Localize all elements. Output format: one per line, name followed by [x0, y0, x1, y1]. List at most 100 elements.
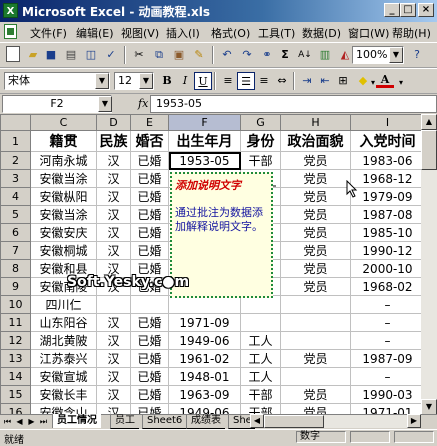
table-cell[interactable] — [130, 295, 169, 314]
table-cell[interactable]: – — [350, 313, 425, 332]
table-cell[interactable]: 江苏泰兴 — [30, 349, 97, 368]
row-header[interactable]: 4 — [0, 187, 31, 206]
table-cell[interactable]: 1990-03 — [350, 385, 425, 404]
insert-function-icon[interactable]: fx — [138, 97, 148, 110]
header-cell-birth[interactable]: 出生年月 — [168, 130, 241, 152]
table-cell[interactable]: 汉 — [96, 241, 131, 260]
table-cell[interactable] — [96, 295, 131, 314]
font-color-dropdown-icon[interactable]: ▾ — [392, 74, 410, 92]
autosum-icon[interactable]: Σ — [276, 46, 294, 64]
table-cell[interactable]: 汉 — [96, 169, 131, 188]
table-cell[interactable]: 党员 — [280, 259, 351, 278]
prev-sheet-icon[interactable]: ◀ — [14, 416, 25, 427]
bold-button[interactable]: B — [158, 72, 176, 90]
table-cell[interactable] — [280, 295, 351, 314]
table-cell[interactable] — [280, 313, 351, 332]
table-cell[interactable]: 安徽当涂 — [30, 169, 97, 188]
table-cell[interactable] — [280, 367, 351, 386]
table-cell[interactable]: 1985-10 — [350, 223, 425, 242]
sort-ascending-icon[interactable]: A↓ — [296, 46, 314, 64]
last-sheet-icon[interactable]: ⏭ — [38, 416, 49, 427]
scroll-right-icon[interactable]: ▶ — [407, 414, 421, 428]
row-header[interactable]: 10 — [0, 295, 31, 314]
table-cell[interactable]: 汉 — [96, 205, 131, 224]
table-cell[interactable]: 汉 — [96, 331, 131, 350]
decrease-indent-icon[interactable]: ⇤ — [316, 72, 334, 90]
workbook-icon[interactable] — [4, 24, 17, 39]
menu-insert[interactable]: 插入(I) — [164, 25, 202, 41]
horizontal-scroll-thumb[interactable] — [264, 415, 324, 428]
table-cell[interactable]: 1983-06 — [350, 151, 425, 170]
table-cell[interactable]: 已婚 — [130, 223, 169, 242]
table-cell[interactable]: 已婚 — [130, 385, 169, 404]
menu-data[interactable]: 数据(D) — [300, 25, 343, 41]
sheet-tab-grades[interactable]: 成绩表 — [186, 414, 225, 429]
table-cell[interactable]: 党员 — [280, 349, 351, 368]
table-cell[interactable]: 已婚 — [130, 331, 169, 350]
header-cell-join-date[interactable]: 入党时间 — [350, 130, 425, 152]
table-cell[interactable]: 汉 — [96, 313, 131, 332]
table-cell[interactable]: – — [350, 295, 425, 314]
table-cell[interactable]: 1963-09 — [168, 385, 241, 404]
table-cell[interactable]: 安徽安庆 — [30, 223, 97, 242]
table-cell[interactable]: 四川仁 — [30, 295, 97, 314]
table-cell[interactable]: 安徽宣城 — [30, 367, 97, 386]
table-cell[interactable]: 已婚 — [130, 205, 169, 224]
column-header-i[interactable]: I — [350, 114, 425, 131]
table-cell[interactable]: 已婚 — [130, 367, 169, 386]
column-header-h[interactable]: H — [280, 114, 351, 131]
table-cell[interactable]: 已婚 — [130, 187, 169, 206]
menu-file[interactable]: 文件(F) — [28, 25, 69, 41]
font-size-dropdown-arrow[interactable]: ▼ — [139, 73, 153, 89]
next-sheet-icon[interactable]: ▶ — [26, 416, 37, 427]
column-header-d[interactable]: D — [96, 114, 131, 131]
table-cell[interactable]: 1971-09 — [168, 313, 241, 332]
format-painter-icon[interactable]: ✎ — [190, 46, 208, 64]
header-cell-origin[interactable]: 籍贯 — [30, 130, 97, 152]
open-icon[interactable]: ▰ — [24, 46, 42, 64]
table-cell[interactable]: 汉 — [96, 367, 131, 386]
table-cell[interactable]: 工人 — [240, 349, 281, 368]
sheet-tab-employee[interactable]: 员工 — [110, 414, 139, 429]
spelling-icon[interactable]: ✓ — [102, 46, 120, 64]
table-cell[interactable]: 1979-09 — [350, 187, 425, 206]
table-cell[interactable]: 已婚 — [130, 151, 169, 170]
table-cell[interactable]: 安徽枞阳 — [30, 187, 97, 206]
table-cell[interactable] — [280, 331, 351, 350]
first-sheet-icon[interactable]: ⏮ — [2, 416, 13, 427]
table-cell[interactable]: 安徽含山 — [30, 403, 97, 414]
zoom-dropdown-arrow[interactable]: ▼ — [389, 47, 403, 63]
column-header-c[interactable]: C — [30, 114, 97, 131]
menu-tools[interactable]: 工具(T) — [256, 25, 297, 41]
row-header[interactable]: 7 — [0, 241, 31, 260]
table-cell[interactable]: 安徽桐城 — [30, 241, 97, 260]
horizontal-scrollbar[interactable]: ◀ ▶ — [250, 414, 421, 428]
sheet-tab-sheet6[interactable]: Sheet6 — [142, 414, 187, 429]
scroll-down-icon[interactable]: ▼ — [421, 399, 437, 415]
table-cell[interactable]: 党员 — [280, 385, 351, 404]
row-header[interactable]: 1 — [0, 130, 31, 152]
sheet-tab-employees[interactable]: 员工情况 — [52, 414, 101, 428]
table-cell[interactable]: 党员 — [280, 277, 351, 296]
name-box[interactable]: F2 — [2, 95, 112, 113]
table-cell[interactable]: 党员 — [280, 241, 351, 260]
merge-center-icon[interactable]: ⇔ — [273, 72, 291, 90]
table-cell[interactable]: 汉 — [96, 403, 131, 414]
table-cell[interactable]: 1990-12 — [350, 241, 425, 260]
table-cell[interactable]: 1968-02 — [350, 277, 425, 296]
table-cell[interactable]: 工人 — [240, 331, 281, 350]
scroll-thumb[interactable] — [421, 130, 437, 170]
row-header[interactable]: 13 — [0, 349, 31, 368]
row-header[interactable]: 11 — [0, 313, 31, 332]
scroll-left-icon[interactable]: ◀ — [250, 414, 264, 428]
save-icon[interactable]: ■ — [42, 46, 60, 64]
cut-icon[interactable]: ✂ — [130, 46, 148, 64]
table-cell[interactable]: 汉 — [96, 385, 131, 404]
table-cell[interactable]: 1987-08 — [350, 205, 425, 224]
select-all-corner[interactable] — [0, 114, 31, 131]
table-cell[interactable]: 已婚 — [130, 169, 169, 188]
excel-app-icon[interactable]: X — [3, 3, 18, 18]
vertical-scrollbar[interactable]: ▲ ▼ — [421, 114, 437, 415]
help-icon[interactable]: ? — [408, 46, 426, 64]
print-preview-icon[interactable]: ◫ — [82, 46, 100, 64]
